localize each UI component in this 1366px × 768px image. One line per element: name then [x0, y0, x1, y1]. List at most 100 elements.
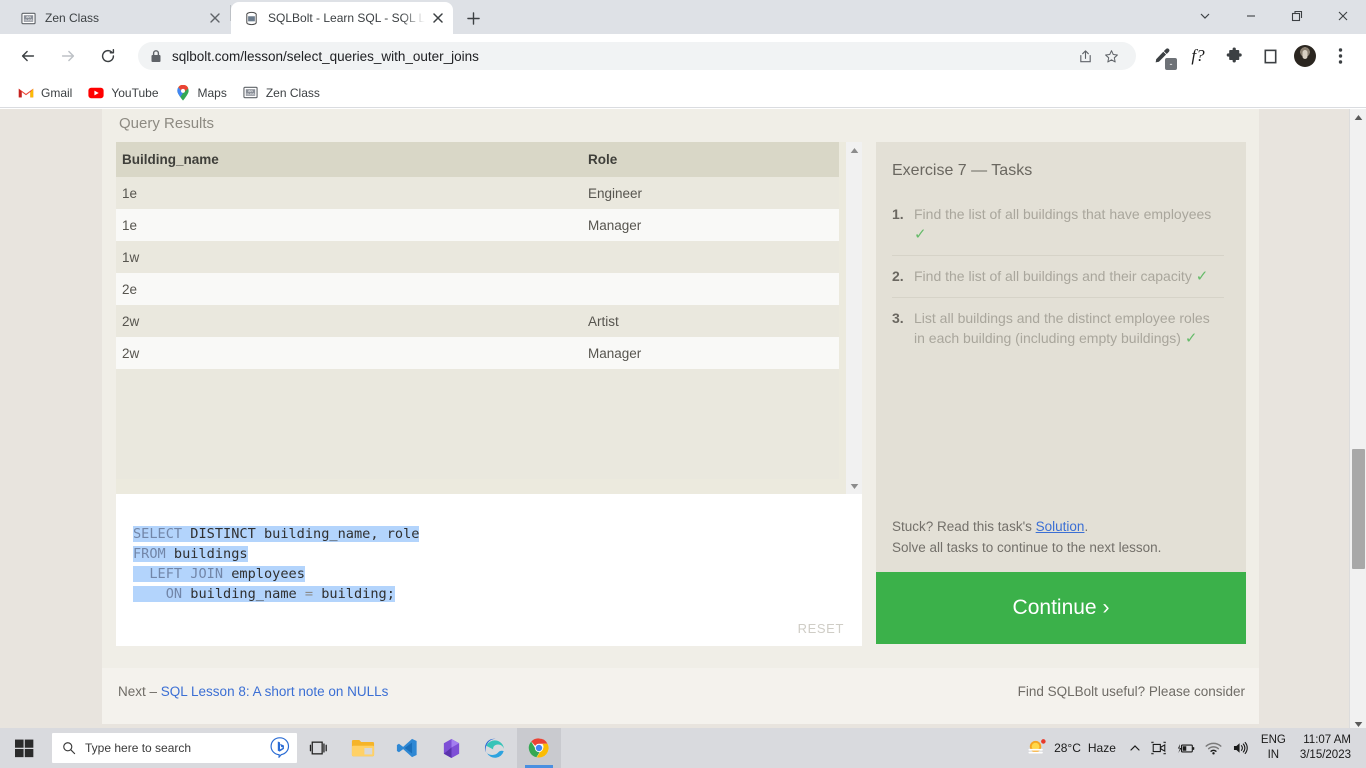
- address-bar[interactable]: sqlbolt.com/lesson/select_queries_with_o…: [138, 42, 1136, 70]
- stuck-line: Stuck? Read this task's Solution.: [892, 516, 1230, 537]
- reload-button[interactable]: [94, 42, 122, 70]
- bookmark-maps[interactable]: Maps: [167, 81, 235, 105]
- reset-button[interactable]: RESET: [798, 621, 844, 636]
- battery-icon[interactable]: [1172, 742, 1200, 755]
- browser-tab-title: Zen Class: [45, 11, 100, 25]
- column-header-building-name: Building_name: [116, 142, 582, 177]
- taskbar-search[interactable]: Type here to search: [52, 733, 297, 763]
- f-question-extension-icon[interactable]: f?: [1185, 43, 1211, 69]
- windows-taskbar: Type here to search 28°C Haze ENG IN 11:…: [0, 728, 1366, 768]
- file-explorer-icon[interactable]: [341, 728, 385, 768]
- check-icon: ✓: [914, 226, 927, 243]
- bookmark-youtube[interactable]: YouTube: [80, 81, 166, 105]
- sql-code[interactable]: SELECT DISTINCT building_name, role FROM …: [116, 504, 862, 644]
- maximize-button[interactable]: [1274, 0, 1320, 32]
- bookmark-label: Zen Class: [265, 85, 320, 100]
- window-controls: [1182, 0, 1366, 32]
- sql-text: buildings: [165, 546, 248, 562]
- table-row: 1w: [116, 241, 839, 273]
- results-empty-space: [116, 369, 839, 479]
- solve-note: Solve all tasks to continue to the next …: [892, 540, 1162, 555]
- chrome-icon[interactable]: [517, 728, 561, 768]
- clock-time: 11:07 AM: [1303, 734, 1351, 746]
- scroll-down-icon[interactable]: [846, 478, 862, 494]
- sql-text: building;: [313, 586, 395, 602]
- exercise-panel: Query Results Building_name Role 1e Engi…: [102, 109, 1259, 668]
- table-row: 2w Artist: [116, 305, 839, 337]
- browser-menu-icon[interactable]: [1327, 43, 1353, 69]
- browser-window: ZEN CLASS Zen Class SQLBolt - Learn SQL -…: [0, 0, 1366, 768]
- puzzle-extensions-icon[interactable]: [1221, 43, 1247, 69]
- page-viewport: Query Results Building_name Role 1e Engi…: [0, 109, 1366, 733]
- sql-keyword: ON: [133, 586, 183, 602]
- sql-editor[interactable]: SELECT DISTINCT building_name, role FROM …: [116, 494, 862, 646]
- solution-link[interactable]: Solution: [1036, 519, 1085, 534]
- close-window-button[interactable]: [1320, 0, 1366, 32]
- continue-button[interactable]: Continue ›: [876, 572, 1246, 644]
- table-row: 2w Manager: [116, 337, 839, 369]
- browser-tab-sqlbolt[interactable]: SQLBolt - Learn SQL - SQL Lesson: [231, 2, 453, 34]
- avatar[interactable]: [1294, 45, 1316, 67]
- scroll-up-icon[interactable]: [846, 142, 862, 158]
- search-placeholder: Type here to search: [85, 741, 192, 755]
- next-prefix: Next –: [118, 684, 161, 699]
- task-view-icon[interactable]: [297, 728, 341, 768]
- svg-text:CLASS: CLASS: [247, 93, 255, 96]
- back-button[interactable]: [14, 42, 42, 70]
- lock-icon: [150, 49, 162, 63]
- haze-icon: [1028, 738, 1046, 753]
- tasks-list: Find the list of all buildings that have…: [892, 194, 1224, 359]
- sql-keyword: SELECT: [133, 526, 183, 542]
- task-item: Find the list of all buildings that have…: [892, 194, 1224, 256]
- extension-badge: -: [1165, 58, 1177, 70]
- next-lesson-link[interactable]: SQL Lesson 8: A short note on NULLs: [161, 684, 389, 699]
- minimize-button[interactable]: [1228, 0, 1274, 32]
- bookmark-zen-class[interactable]: ZEN CLASS Zen Class: [235, 81, 328, 105]
- cell-role: [582, 241, 839, 273]
- zenclass-icon: ZEN CLASS: [20, 10, 36, 26]
- chevron-down-icon[interactable]: [1182, 0, 1228, 32]
- new-tab-button[interactable]: [459, 4, 487, 32]
- wifi-icon[interactable]: [1200, 742, 1227, 755]
- query-results-panel: Building_name Role 1e Engineer 1e Manage…: [116, 142, 862, 494]
- bookmark-gmail[interactable]: Gmail: [10, 81, 80, 105]
- scroll-up-icon[interactable]: [1350, 109, 1366, 126]
- close-icon[interactable]: [429, 9, 447, 27]
- page-scrollbar-thumb[interactable]: [1352, 449, 1365, 569]
- support-text: Find SQLBolt useful? Please consider: [1017, 684, 1245, 699]
- language-indicator[interactable]: ENG IN: [1254, 733, 1293, 763]
- camera-icon[interactable]: [1146, 741, 1172, 755]
- results-scrollbar[interactable]: [846, 142, 862, 494]
- volume-icon[interactable]: [1227, 741, 1254, 755]
- close-icon[interactable]: [206, 9, 224, 27]
- cell-building-name: 1w: [116, 241, 582, 273]
- forward-button[interactable]: [54, 42, 82, 70]
- weather-condition: Haze: [1087, 741, 1116, 755]
- bing-chat-icon[interactable]: [269, 736, 291, 761]
- table-row: 2e: [116, 273, 839, 305]
- code-line-3: LEFT JOIN employees: [133, 564, 862, 584]
- language-line-1: ENG: [1260, 734, 1286, 746]
- square-extension-icon[interactable]: [1257, 43, 1283, 69]
- weather-widget[interactable]: 28°C Haze: [1018, 738, 1124, 759]
- page-scrollbar[interactable]: [1349, 109, 1366, 733]
- task-text: Find the list of all buildings and their…: [914, 268, 1192, 284]
- tray-expand-icon[interactable]: [1124, 742, 1146, 754]
- share-icon[interactable]: [1072, 43, 1098, 69]
- bookmark-star-icon[interactable]: [1098, 43, 1124, 69]
- eyedropper-extension-icon[interactable]: -: [1149, 43, 1177, 70]
- sql-operator: =: [304, 586, 314, 602]
- next-lesson-line: Next – SQL Lesson 8: A short note on NUL…: [118, 684, 388, 699]
- code-line-4: ON building_name = building;: [133, 584, 862, 604]
- taskbar-clock[interactable]: 11:07 AM 3/15/2023: [1293, 733, 1358, 763]
- windows-start-icon[interactable]: [0, 728, 48, 768]
- task-item: List all buildings and the distinct empl…: [892, 298, 1224, 359]
- browser-tab-zen-class[interactable]: ZEN CLASS Zen Class: [8, 2, 230, 34]
- edge-icon[interactable]: [473, 728, 517, 768]
- vscode-icon[interactable]: [385, 728, 429, 768]
- cell-role: Manager: [582, 209, 839, 241]
- office-icon[interactable]: [429, 728, 473, 768]
- f-question-glyph: f?: [1191, 46, 1205, 65]
- task-text: List all buildings and the distinct empl…: [914, 310, 1210, 346]
- cell-building-name: 2w: [116, 305, 582, 337]
